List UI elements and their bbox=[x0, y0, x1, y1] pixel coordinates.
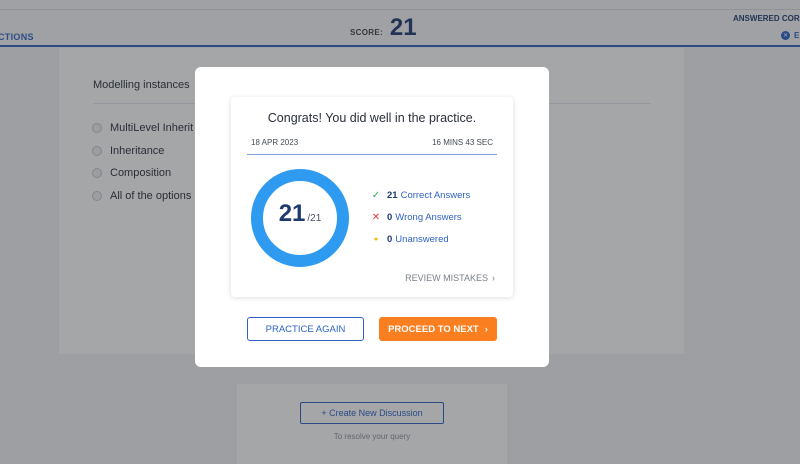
dot-icon: ● bbox=[373, 236, 379, 243]
correct-label: Correct Answers bbox=[400, 190, 471, 201]
check-icon: ✓ bbox=[371, 190, 381, 201]
unanswered-label: Unanswered bbox=[395, 234, 449, 245]
review-mistakes-link[interactable]: REVIEW MISTAKES › bbox=[405, 273, 495, 283]
wrong-count: 0 bbox=[387, 212, 393, 223]
cross-icon: ✕ bbox=[371, 212, 381, 223]
result-divider bbox=[247, 154, 497, 155]
result-modal: Congrats! You did well in the practice. … bbox=[195, 67, 549, 367]
practice-date: 18 APR 2023 bbox=[251, 138, 299, 147]
wrong-label: Wrong Answers bbox=[395, 212, 462, 223]
unanswered-count: 0 bbox=[387, 234, 393, 245]
chevron-right-icon: › bbox=[484, 323, 488, 335]
proceed-label: PROCEED TO NEXT bbox=[388, 323, 479, 335]
stat-unanswered: ● 0 Unanswered bbox=[371, 234, 449, 245]
score-total: /21 bbox=[307, 213, 322, 224]
score-number: 21 bbox=[278, 200, 306, 227]
chevron-right-icon: › bbox=[492, 273, 495, 283]
review-mistakes-label: REVIEW MISTAKES bbox=[405, 273, 488, 283]
congrats-heading: Congrats! You did well in the practice. bbox=[267, 111, 477, 125]
stat-wrong: ✕ 0 Wrong Answers bbox=[371, 212, 462, 223]
practice-duration: 16 MINS 43 SEC bbox=[432, 138, 493, 147]
practice-again-button[interactable]: PRACTICE AGAIN bbox=[247, 317, 364, 341]
result-card: Congrats! You did well in the practice. … bbox=[231, 97, 513, 297]
proceed-to-next-button[interactable]: PROCEED TO NEXT › bbox=[379, 317, 497, 341]
score-summary: 21 /21 bbox=[245, 163, 355, 273]
correct-count: 21 bbox=[387, 190, 398, 201]
stat-correct: ✓ 21 Correct Answers bbox=[371, 190, 470, 201]
